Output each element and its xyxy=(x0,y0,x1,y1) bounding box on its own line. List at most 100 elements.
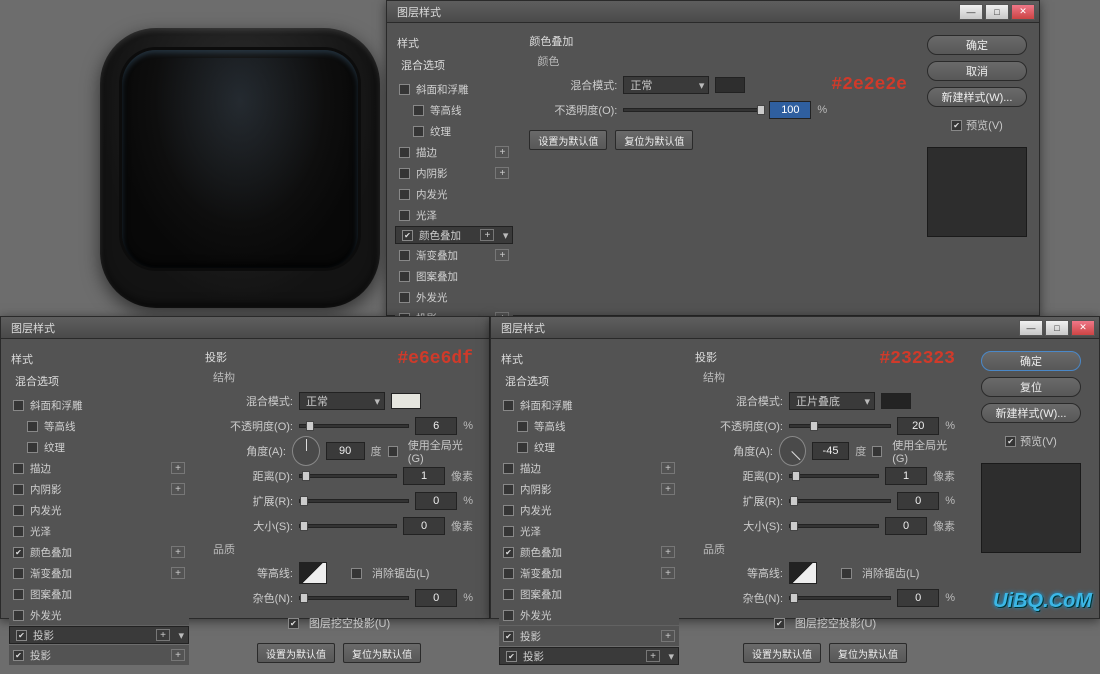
opacity-slider[interactable] xyxy=(623,108,763,112)
fx-add-icon[interactable]: + xyxy=(661,483,675,495)
color-swatch[interactable] xyxy=(881,393,911,409)
style-checkbox[interactable] xyxy=(503,589,514,600)
style-checkbox[interactable] xyxy=(503,400,514,411)
style-checkbox[interactable] xyxy=(413,105,424,116)
style-checkbox[interactable] xyxy=(399,189,410,200)
style-checkbox[interactable] xyxy=(13,526,24,537)
set-default-button[interactable]: 设置为默认值 xyxy=(743,643,821,663)
distance-value[interactable]: 1 xyxy=(885,467,927,485)
distance-value[interactable]: 1 xyxy=(403,467,445,485)
fx-add-icon[interactable]: + xyxy=(156,629,170,641)
cancel-button[interactable]: 取消 xyxy=(927,61,1027,81)
size-slider[interactable] xyxy=(299,524,397,528)
knockout-checkbox[interactable] xyxy=(774,618,785,629)
color-swatch[interactable] xyxy=(391,393,421,409)
style-checkbox[interactable] xyxy=(517,421,528,432)
fx-add-icon[interactable]: + xyxy=(171,462,185,474)
style-checkbox[interactable] xyxy=(399,250,410,261)
style-checkbox[interactable] xyxy=(503,568,514,579)
reset-default-button[interactable]: 复位为默认值 xyxy=(343,643,421,663)
style-checkbox[interactable] xyxy=(13,547,24,558)
style-item-9[interactable]: 图案叠加 xyxy=(9,584,189,604)
style-item-7[interactable]: 颜色叠加+ xyxy=(395,226,513,244)
antialias-checkbox[interactable] xyxy=(841,568,852,579)
noise-value[interactable]: 0 xyxy=(897,589,939,607)
preview-checkbox[interactable] xyxy=(1005,436,1016,447)
style-item-3[interactable]: 描边+ xyxy=(9,458,189,478)
style-item-2[interactable]: 纹理 xyxy=(395,121,513,141)
style-item-4[interactable]: 内阴影+ xyxy=(395,163,513,183)
style-checkbox[interactable] xyxy=(13,463,24,474)
style-item-10[interactable]: 外发光 xyxy=(9,605,189,625)
style-item-9[interactable]: 图案叠加 xyxy=(395,266,513,286)
angle-dial[interactable] xyxy=(292,436,320,466)
contour-picker[interactable] xyxy=(299,562,327,584)
size-slider[interactable] xyxy=(789,524,879,528)
ok-button[interactable]: 确定 xyxy=(927,35,1027,55)
spread-slider[interactable] xyxy=(789,499,891,503)
fx-add-icon[interactable]: + xyxy=(171,567,185,579)
style-item-4[interactable]: 内阴影+ xyxy=(9,479,189,499)
style-checkbox[interactable] xyxy=(16,630,27,641)
angle-dial[interactable] xyxy=(779,436,806,466)
noise-value[interactable]: 0 xyxy=(415,589,457,607)
global-light-checkbox[interactable] xyxy=(388,446,398,457)
style-checkbox[interactable] xyxy=(27,442,38,453)
set-default-button[interactable]: 设置为默认值 xyxy=(529,130,607,150)
ok-button[interactable]: 确定 xyxy=(981,351,1081,371)
style-item-11[interactable]: 投影+ xyxy=(499,626,679,646)
style-checkbox[interactable] xyxy=(27,421,38,432)
style-item-5[interactable]: 内发光 xyxy=(9,500,189,520)
style-checkbox[interactable] xyxy=(402,230,413,241)
style-item-11[interactable]: 投影+ xyxy=(9,626,189,644)
blend-mode-select[interactable]: 正常 xyxy=(299,392,385,410)
style-item-7[interactable]: 颜色叠加+ xyxy=(499,542,679,562)
style-item-1[interactable]: 等高线 xyxy=(9,416,189,436)
spread-value[interactable]: 0 xyxy=(415,492,457,510)
reset-button[interactable]: 复位 xyxy=(981,377,1081,397)
opacity-value[interactable]: 6 xyxy=(415,417,457,435)
antialias-checkbox[interactable] xyxy=(351,568,362,579)
style-checkbox[interactable] xyxy=(517,442,528,453)
style-checkbox[interactable] xyxy=(399,84,410,95)
style-item-0[interactable]: 斜面和浮雕 xyxy=(499,395,679,415)
style-checkbox[interactable] xyxy=(503,505,514,516)
style-item-1[interactable]: 等高线 xyxy=(499,416,679,436)
fx-add-icon[interactable]: + xyxy=(495,167,509,179)
fx-add-icon[interactable]: + xyxy=(495,146,509,158)
style-checkbox[interactable] xyxy=(13,400,24,411)
fx-add-icon[interactable]: + xyxy=(171,546,185,558)
blend-mode-select[interactable]: 正片叠底 xyxy=(789,392,875,410)
distance-slider[interactable] xyxy=(789,474,879,478)
angle-value[interactable]: -45 xyxy=(812,442,849,460)
style-checkbox[interactable] xyxy=(506,651,517,662)
style-checkbox[interactable] xyxy=(13,650,24,661)
style-item-8[interactable]: 渐变叠加+ xyxy=(9,563,189,583)
opacity-slider[interactable] xyxy=(299,424,409,428)
style-item-9[interactable]: 图案叠加 xyxy=(499,584,679,604)
spread-slider[interactable] xyxy=(299,499,409,503)
style-item-6[interactable]: 光泽 xyxy=(499,521,679,541)
style-item-7[interactable]: 颜色叠加+ xyxy=(9,542,189,562)
reset-default-button[interactable]: 复位为默认值 xyxy=(829,643,907,663)
style-checkbox[interactable] xyxy=(503,631,514,642)
fx-add-icon[interactable]: + xyxy=(495,249,509,261)
style-item-5[interactable]: 内发光 xyxy=(499,500,679,520)
style-checkbox[interactable] xyxy=(503,484,514,495)
fx-add-icon[interactable]: + xyxy=(171,649,185,661)
style-checkbox[interactable] xyxy=(13,505,24,516)
style-item-3[interactable]: 描边+ xyxy=(499,458,679,478)
noise-slider[interactable] xyxy=(789,596,891,600)
global-light-checkbox[interactable] xyxy=(872,446,882,457)
new-style-button[interactable]: 新建样式(W)... xyxy=(927,87,1027,107)
style-item-0[interactable]: 斜面和浮雕 xyxy=(9,395,189,415)
contour-picker[interactable] xyxy=(789,562,817,584)
style-item-10[interactable]: 外发光 xyxy=(499,605,679,625)
spread-value[interactable]: 0 xyxy=(897,492,939,510)
style-item-1[interactable]: 等高线 xyxy=(395,100,513,120)
opacity-value[interactable]: 100 xyxy=(769,101,811,119)
minimize-button[interactable]: — xyxy=(959,4,983,20)
fx-add-icon[interactable]: + xyxy=(661,546,675,558)
style-checkbox[interactable] xyxy=(413,126,424,137)
style-item-10[interactable]: 外发光 xyxy=(395,287,513,307)
